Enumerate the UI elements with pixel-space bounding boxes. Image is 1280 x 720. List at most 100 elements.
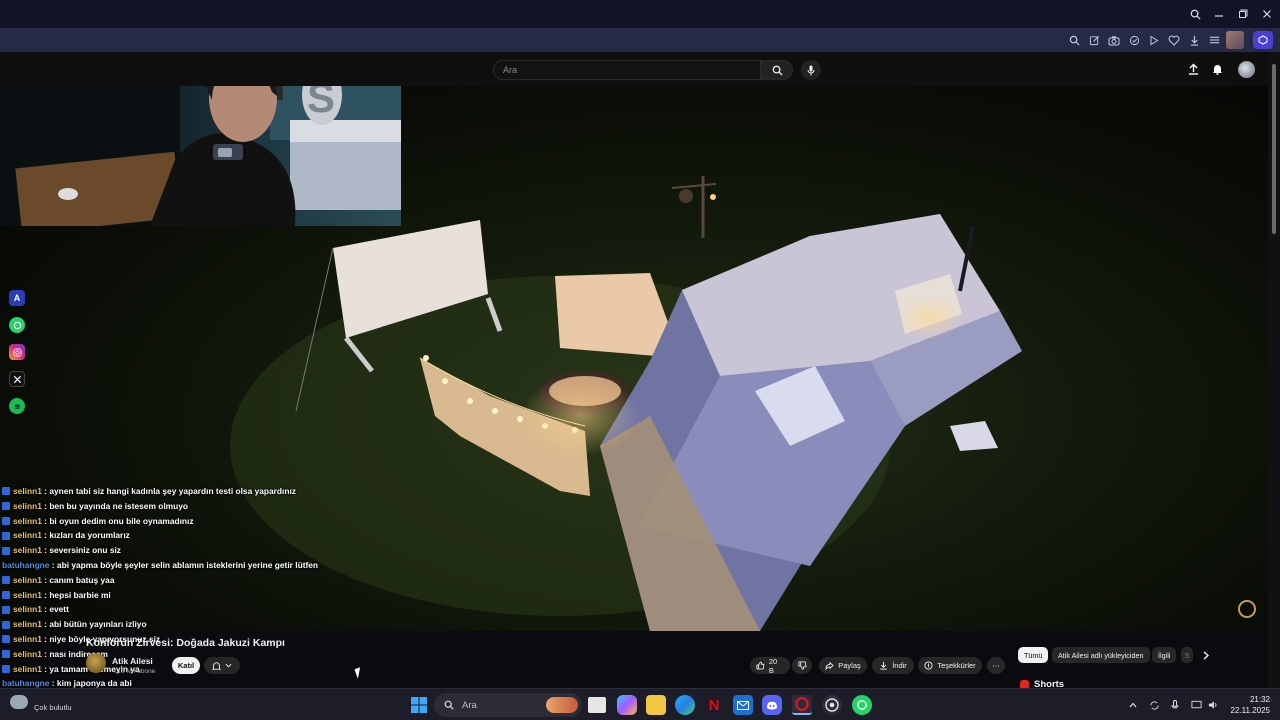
channel-name[interactable]: Atik Ailesi <box>112 656 153 666</box>
bell-icon[interactable] <box>1209 61 1225 77</box>
close-icon[interactable] <box>1256 4 1278 24</box>
minimize-icon[interactable] <box>1208 4 1230 24</box>
whatsapp-taskbar-icon[interactable] <box>852 695 872 715</box>
weather-text[interactable]: Çok bulutlu <box>34 703 72 712</box>
search-icon[interactable] <box>1184 4 1206 24</box>
chat-username: selinn1 <box>13 530 42 541</box>
chat-username: selinn1 <box>13 663 42 674</box>
more-actions-button[interactable]: ⋯ <box>987 657 1005 674</box>
chat-badge-icon <box>2 635 10 644</box>
x-icon <box>9 371 25 387</box>
chat-username: selinn1 <box>13 486 42 496</box>
chat-username: selinn1 <box>13 619 42 630</box>
file-explorer-icon[interactable] <box>588 697 606 713</box>
microphone-icon[interactable] <box>1168 698 1182 712</box>
svg-text:S: S <box>307 86 335 121</box>
subscription-bell-button[interactable] <box>204 657 240 674</box>
join-button[interactable]: Katıl <box>172 657 200 674</box>
streamer-webcam-image: S <box>0 86 401 226</box>
restore-icon[interactable] <box>1232 4 1254 24</box>
menu-icon[interactable] <box>1205 31 1223 49</box>
play-icon[interactable] <box>1145 31 1163 49</box>
copilot-icon[interactable] <box>617 695 637 715</box>
chip-from-uploader[interactable]: Atik Ailesi adlı yükleyiciden <box>1052 647 1150 663</box>
search-input[interactable]: Ara <box>493 60 761 80</box>
profile-avatar[interactable] <box>1238 61 1255 78</box>
chevron-up-icon[interactable] <box>1126 698 1140 712</box>
taskbar-search[interactable]: Ara <box>434 693 582 717</box>
download-icon[interactable] <box>1185 31 1203 49</box>
chat-separator: : <box>49 559 57 570</box>
instagram-icon <box>9 344 25 360</box>
edit-icon[interactable] <box>1085 31 1103 49</box>
download-icon <box>880 661 887 670</box>
chat-badge-icon <box>2 502 10 511</box>
like-button[interactable]: 20 B <box>750 656 790 675</box>
edge-icon[interactable] <box>675 695 695 715</box>
taskbar-clock[interactable]: 21:32 22.11.2025 <box>1226 694 1270 716</box>
chat-overlay: selinn1 : aynen tabi siz hangi kadınla ş… <box>2 484 332 706</box>
like-count: 20 B <box>768 656 778 675</box>
chat-username: batuhangne <box>2 559 50 570</box>
page-scrollbar[interactable] <box>1268 52 1280 688</box>
network-icon[interactable] <box>1189 698 1203 712</box>
chat-text: seversiniz onu siz <box>49 545 121 556</box>
chip-more[interactable]: S <box>1181 647 1193 663</box>
thanks-button[interactable]: Teşekkürler <box>918 657 982 674</box>
search-icon <box>444 700 454 710</box>
search-icon <box>772 65 783 76</box>
chat-username: selinn1 <box>13 604 42 615</box>
netflix-icon[interactable]: N <box>704 695 724 715</box>
chat-text: canım batuş yaa <box>49 574 115 585</box>
weather-icon[interactable] <box>10 695 28 709</box>
opera-icon[interactable] <box>792 695 812 715</box>
clock-time: 21:32 <box>1249 695 1270 704</box>
chat-badge-icon <box>2 650 10 659</box>
sync-icon[interactable] <box>1147 698 1161 712</box>
shield-icon[interactable] <box>1125 31 1143 49</box>
profile-chip[interactable] <box>1226 31 1244 49</box>
chat-message: selinn1 : hepsi barbie mi <box>2 588 332 603</box>
share-button[interactable]: Paylaş <box>819 657 867 674</box>
windows-taskbar: Ara N 21:32 22.11.2025 <box>0 688 1280 720</box>
windows-start-icon[interactable] <box>409 695 429 715</box>
chat-text: abi bütün yayınları izliyo <box>49 619 147 630</box>
chip-all[interactable]: Tümü <box>1018 647 1049 663</box>
mouse-cursor <box>354 667 364 679</box>
chevron-right-icon[interactable] <box>1200 650 1212 660</box>
chat-username: selinn1 <box>13 589 42 600</box>
dislike-button[interactable] <box>792 657 812 674</box>
chat-badge-icon <box>2 590 10 599</box>
chat-badge-icon <box>2 620 10 629</box>
screen: Ara S A selinn1: aynen tabi siz hangi k… <box>0 0 1280 720</box>
thumbs-down-icon <box>797 661 807 670</box>
youtube-header: Ara <box>0 52 1280 86</box>
chat-message: selinn1 : aynen tabi siz hangi kadınla ş… <box>2 484 332 499</box>
folder-icon[interactable] <box>646 695 666 715</box>
chat-username: selinn1 <box>13 648 42 659</box>
chip-related[interactable]: İlgili <box>1152 647 1177 663</box>
download-button[interactable]: İndir <box>872 657 914 674</box>
webcam-overlay: S <box>0 86 401 226</box>
scrollbar-thumb[interactable] <box>1272 64 1276 234</box>
chrome-like-icon[interactable] <box>822 695 842 715</box>
discord-icon[interactable] <box>762 695 782 715</box>
voice-search-button[interactable] <box>801 60 821 80</box>
search-button[interactable] <box>761 60 793 80</box>
lens-icon[interactable] <box>1065 31 1083 49</box>
volume-icon[interactable] <box>1206 698 1220 712</box>
camera-icon[interactable] <box>1105 31 1123 49</box>
upload-icon[interactable] <box>1185 61 1201 77</box>
chat-badge-icon <box>2 516 10 525</box>
heart-icon[interactable] <box>1165 31 1183 49</box>
mail-icon[interactable] <box>733 695 753 715</box>
download-label: İndir <box>892 661 907 670</box>
channel-avatar[interactable] <box>86 653 106 673</box>
chat-message: selinn1 : evett <box>2 602 332 617</box>
extensions-icon[interactable] <box>1253 31 1273 49</box>
chat-message: selinn1 : seversiniz onu siz <box>2 543 332 558</box>
chat-message: selinn1 : bi oyun dedim onu bile oynamad… <box>2 514 332 529</box>
chat-username: selinn1 <box>13 633 42 644</box>
chat-text: abi yapma böyle şeyler selin ablamın ist… <box>56 559 319 570</box>
chat-message: selinn1 : canım batuş yaa <box>2 573 332 588</box>
